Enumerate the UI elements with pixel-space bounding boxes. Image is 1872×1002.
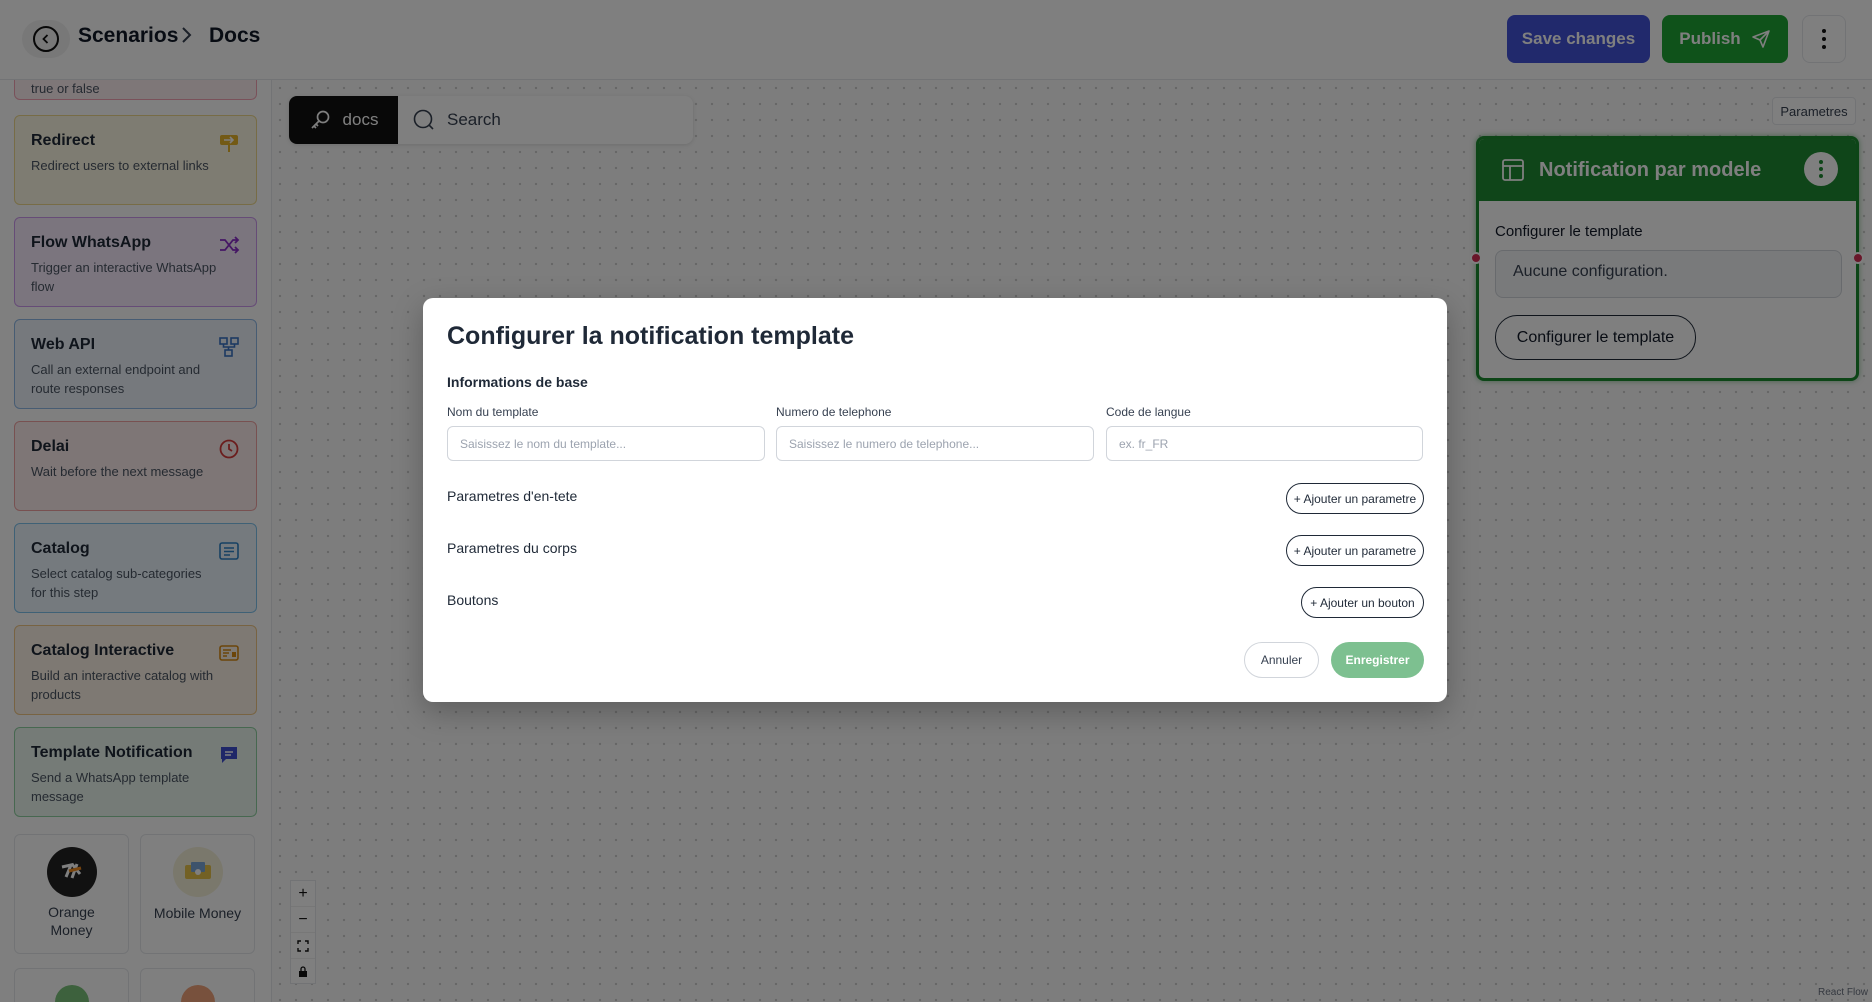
header-params-label: Parametres d'en-tete <box>447 488 578 504</box>
template-name-label: Nom du template <box>447 405 539 419</box>
template-name-input[interactable] <box>447 426 765 461</box>
body-params-label: Parametres du corps <box>447 540 577 556</box>
save-button[interactable]: Enregistrer <box>1331 642 1424 678</box>
template-config-modal: Configurer la notification template Info… <box>423 298 1447 702</box>
language-code-label: Code de langue <box>1106 405 1191 419</box>
basic-info-heading: Informations de base <box>447 374 588 390</box>
language-code-input[interactable] <box>1106 426 1423 461</box>
phone-number-input[interactable] <box>776 426 1094 461</box>
modal-title: Configurer la notification template <box>447 322 854 350</box>
add-button-button[interactable]: + Ajouter un bouton <box>1301 587 1424 618</box>
phone-number-label: Numero de telephone <box>776 405 892 419</box>
buttons-label: Boutons <box>447 592 499 608</box>
cancel-button[interactable]: Annuler <box>1244 642 1319 678</box>
add-header-param-button[interactable]: + Ajouter un parametre <box>1286 483 1424 514</box>
add-body-param-button[interactable]: + Ajouter un parametre <box>1286 535 1424 566</box>
